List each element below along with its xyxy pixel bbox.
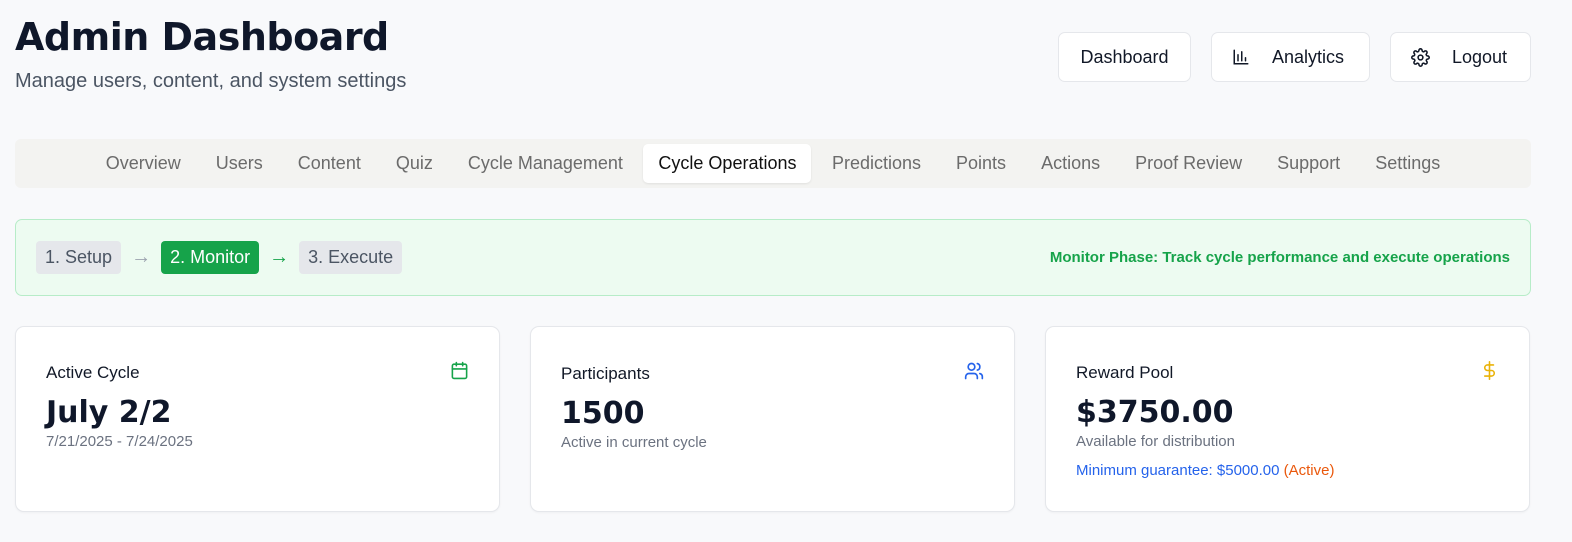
tab-predictions[interactable]: Predictions [814,144,938,183]
step-setup: 1. Setup [36,241,122,274]
bar-chart-icon [1232,48,1250,66]
minimum-guarantee-text: Minimum guarantee: $5000.00 [1076,462,1280,479]
calendar-icon [450,361,469,385]
step-execute: 3. Execute [299,241,403,274]
tab-points[interactable]: Points [939,144,1024,183]
active-cycle-card: Active Cycle July 2/2 7/21/2025 - 7/24/2… [15,326,500,512]
analytics-button-label: Analytics [1272,46,1345,67]
step-arrow: → [269,246,290,268]
analytics-button[interactable]: Analytics [1211,32,1370,82]
tab-content[interactable]: Content [280,144,378,183]
active-cycle-value: July 2/2 [46,395,172,430]
tab-support[interactable]: Support [1260,144,1358,183]
tab-proof-review[interactable]: Proof Review [1118,144,1260,183]
card-label: Reward Pool [1076,363,1174,382]
active-cycle-dates: 7/21/2025 - 7/24/2025 [46,433,193,450]
guarantee-status: (Active) [1283,462,1335,479]
users-icon [964,361,984,386]
dashboard-button-label: Dashboard [1080,46,1169,67]
tab-actions[interactable]: Actions [1024,144,1118,183]
step-arrow: → [131,246,152,268]
reward-pool-sub: Available for distribution [1076,433,1235,450]
reward-pool-card: Reward Pool $3750.00 Available for distr… [1045,326,1530,512]
card-label: Participants [561,363,650,383]
gear-icon [1411,47,1430,67]
participants-sub: Active in current cycle [561,434,707,451]
phase-stepper: 1. Setup → 2. Monitor → 3. Execute Monit… [15,219,1531,296]
tab-quiz[interactable]: Quiz [378,144,450,183]
dollar-icon [1480,361,1499,385]
tab-cycle-operations[interactable]: Cycle Operations [643,144,812,183]
logout-button[interactable]: Logout [1390,32,1531,82]
page-subtitle: Manage users, content, and system settin… [15,70,407,92]
reward-pool-value: $3750.00 [1076,395,1234,430]
tab-overview[interactable]: Overview [88,144,198,183]
tab-users[interactable]: Users [198,144,280,183]
phase-message: Monitor Phase: Track cycle performance a… [1049,249,1510,266]
step-monitor: 2. Monitor [161,241,260,274]
page-title: Admin Dashboard [15,15,389,59]
header: Admin Dashboard Manage users, content, a… [15,14,406,93]
minimum-guarantee: Minimum guarantee: $5000.00 (Active) [1076,462,1499,479]
participants-value: 1500 [561,396,645,431]
logout-button-label: Logout [1452,46,1508,67]
tab-settings[interactable]: Settings [1358,144,1458,183]
tab-cycle-management[interactable]: Cycle Management [450,144,640,183]
dashboard-button[interactable]: Dashboard [1058,32,1191,82]
tab-bar: Overview Users Content Quiz Cycle Manage… [15,139,1531,188]
top-buttons: Dashboard Analytics Logout [1058,32,1531,82]
participants-card: Participants 1500 Active in current cycl… [530,326,1015,512]
card-label: Active Cycle [46,363,140,382]
